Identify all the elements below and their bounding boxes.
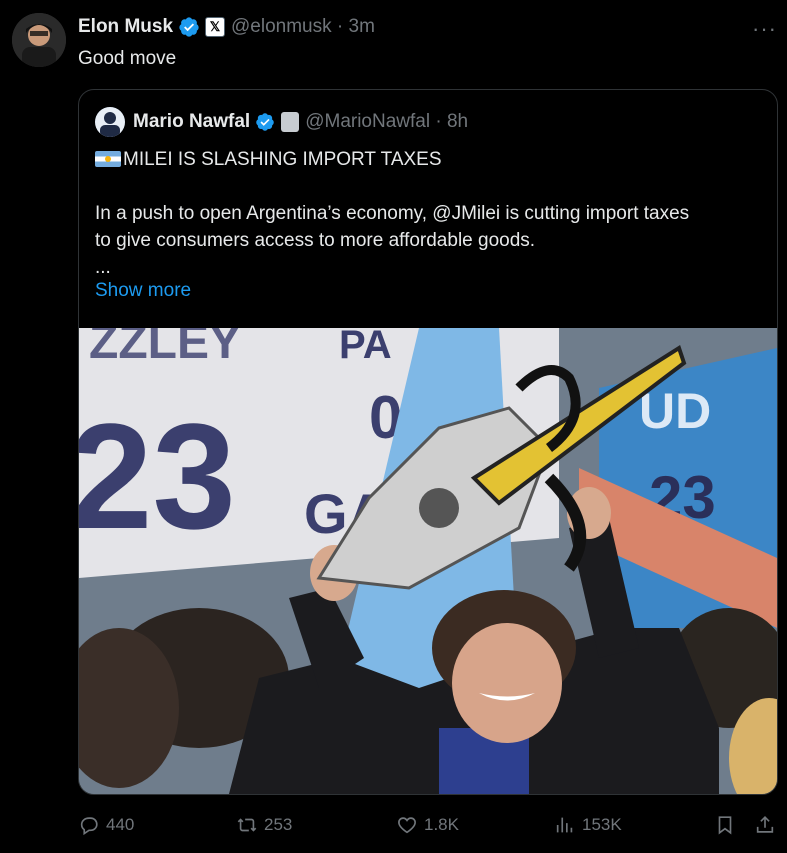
like-count: 1.8K — [424, 815, 459, 834]
repost-button[interactable]: 253 — [236, 810, 292, 840]
views-button[interactable]: 153K — [554, 810, 622, 840]
headline-line: MILEI IS SLASHING IMPORT TAXES — [95, 146, 765, 173]
author-avatar[interactable] — [12, 13, 66, 67]
bookmark-icon — [718, 816, 732, 835]
headline: MILEI IS SLASHING IMPORT TAXES — [123, 149, 442, 170]
quoted-text: MILEI IS SLASHING IMPORT TAXES In a push… — [95, 146, 765, 281]
body-line-2: to give consumers access to more afforda… — [95, 230, 536, 251]
repost-icon — [237, 818, 257, 832]
bookmark-button[interactable] — [714, 810, 736, 840]
tweet-photo[interactable]: ZZLEY 23 PA 09 GAN UD 23 — [79, 328, 777, 794]
share-icon — [756, 816, 774, 833]
more-options-icon[interactable]: ··· — [752, 16, 777, 42]
action-bar: 440 253 1.8K 153K — [78, 810, 778, 840]
quoted-avatar[interactable] — [95, 107, 125, 137]
quoted-author-name[interactable]: Mario Nawfal — [133, 111, 250, 133]
author-handle[interactable]: @elonmusk · 3m — [231, 16, 375, 38]
handle-text: @elonmusk — [231, 16, 332, 37]
analytics-icon — [556, 817, 573, 833]
view-count: 153K — [582, 815, 622, 834]
quoted-tweet[interactable]: Mario Nawfal @MarioNawfal · 8h MILEI IS … — [78, 89, 778, 795]
handle-text: @MarioNawfal — [305, 111, 431, 132]
body-line-1: In a push to open Argentina’s economy, @… — [95, 203, 690, 224]
x-affiliation-badge[interactable]: 𝕏 — [205, 17, 226, 37]
heart-icon — [398, 817, 416, 834]
verified-badge-icon[interactable] — [178, 16, 200, 38]
quoted-handle[interactable]: @MarioNawfal · 8h — [305, 111, 468, 133]
tweet-text: Good move — [78, 48, 177, 69]
svg-text:UD: UD — [639, 383, 711, 439]
show-more-link[interactable]: Show more — [95, 280, 191, 302]
repost-count: 253 — [264, 815, 293, 834]
svg-text:23: 23 — [79, 392, 236, 560]
reply-icon — [80, 817, 98, 836]
argentina-flag-icon — [95, 151, 121, 167]
ellipsis: ... — [95, 257, 111, 278]
tweet-header: Elon Musk 𝕏 @elonmusk · 3m — [78, 14, 375, 40]
like-button[interactable]: 1.8K — [396, 810, 459, 840]
reply-count: 440 — [106, 815, 135, 834]
affiliation-badge-icon[interactable] — [281, 112, 300, 132]
separator: · — [435, 111, 442, 132]
timestamp[interactable]: 8h — [447, 111, 468, 132]
author-name[interactable]: Elon Musk — [78, 16, 173, 38]
svg-text:ZZLEY: ZZLEY — [89, 328, 241, 369]
share-button[interactable] — [754, 810, 776, 840]
quoted-header: Mario Nawfal @MarioNawfal · 8h — [95, 107, 468, 137]
separator: · — [336, 16, 344, 37]
verified-badge-icon[interactable] — [255, 112, 275, 132]
svg-text:PA: PA — [339, 328, 392, 367]
timestamp[interactable]: 3m — [349, 16, 375, 37]
reply-button[interactable]: 440 — [78, 810, 134, 840]
